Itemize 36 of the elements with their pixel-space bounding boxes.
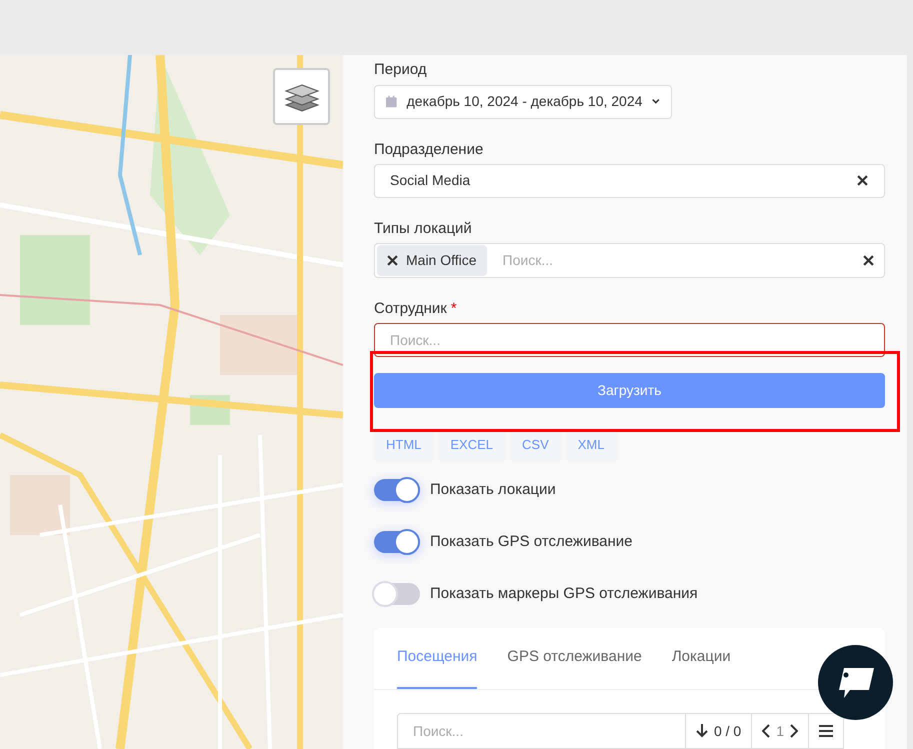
date-range-picker[interactable]: декабрь 10, 2024 - декабрь 10, 2024 [374, 85, 672, 119]
location-types-select[interactable]: Main Office Поиск... [374, 243, 885, 278]
clear-icon[interactable] [857, 175, 868, 186]
location-type-tag[interactable]: Main Office [377, 245, 487, 276]
required-mark: * [450, 298, 457, 319]
map-layers-button[interactable] [273, 68, 330, 125]
results-tab[interactable]: Локации [672, 628, 731, 689]
date-range-value: декабрь 10, 2024 - декабрь 10, 2024 [406, 92, 642, 112]
remove-icon[interactable] [387, 255, 398, 266]
toggle-label: Показать локации [430, 480, 556, 500]
chevron-down-icon [652, 98, 660, 106]
field-label: Сотрудник [374, 298, 447, 319]
result-count: 0 / 0 [714, 722, 742, 740]
field-label: Период [374, 60, 428, 80]
page-number: 1 [776, 722, 784, 740]
toggle-switch[interactable] [374, 531, 420, 553]
results-tab[interactable]: GPS отслеживание [507, 628, 642, 689]
arrow-down-icon[interactable] [696, 724, 708, 738]
toggle-label: Показать маркеры GPS отслеживания [430, 584, 698, 604]
results-tab[interactable]: Посещения [397, 628, 478, 689]
toggle-switch[interactable] [374, 479, 420, 501]
table-search-field[interactable]: Поиск... [397, 713, 686, 749]
department-value: Social Media [390, 171, 470, 190]
employee-search-field[interactable]: Поиск... [374, 322, 885, 357]
field-label: Типы локаций [374, 219, 473, 240]
chevron-left-icon[interactable] [762, 724, 770, 738]
calendar-icon [386, 94, 397, 110]
search-placeholder: Поиск... [502, 251, 554, 270]
field-label: Подразделение [374, 140, 484, 160]
department-select[interactable]: Social Media [374, 164, 885, 198]
toggle-label: Показать GPS отслеживание [430, 532, 632, 552]
load-button[interactable]: Загрузить [374, 372, 885, 408]
chevron-right-icon[interactable] [790, 724, 798, 738]
toggle-switch[interactable] [374, 583, 420, 605]
clear-icon[interactable] [863, 255, 874, 266]
menu-icon[interactable] [819, 725, 833, 737]
